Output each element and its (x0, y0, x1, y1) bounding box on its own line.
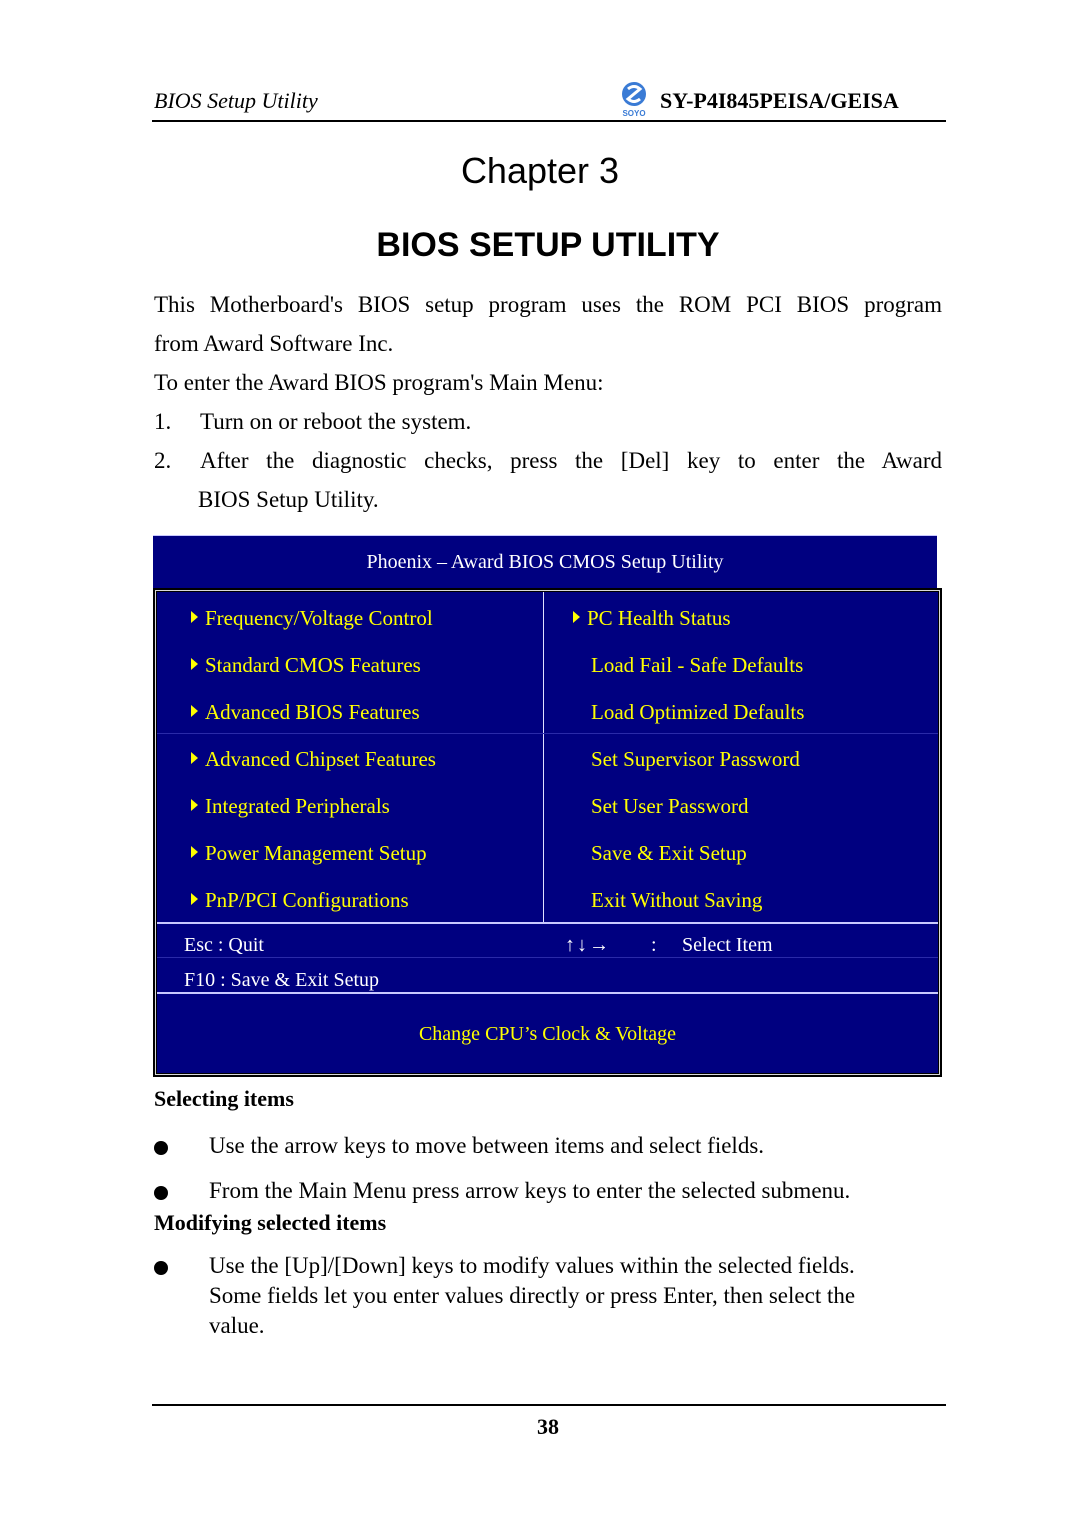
menu-item-pc-health-status[interactable]: PC Health Status (573, 606, 731, 631)
intro-line-2: from Award Software Inc. (154, 331, 394, 356)
menu-item-standard-cmos-features[interactable]: Standard CMOS Features (191, 653, 421, 678)
submenu-arrow-icon (191, 611, 198, 623)
bullet-text-continued: Some fields let you enter values directl… (209, 1283, 856, 1308)
help-divider (157, 992, 938, 994)
page-title: BIOS SETUP UTILITY (376, 226, 720, 264)
menu-item-frequency-voltage-control[interactable]: Frequency/Voltage Control (191, 606, 433, 631)
menu-item-set-user-password[interactable]: Set User Password (591, 794, 749, 819)
soyo-logo-icon: SOYO (622, 82, 646, 118)
intro-line-1: This Motherboard's BIOS setup program us… (154, 292, 942, 317)
submenu-arrow-icon (191, 893, 198, 905)
menu-item-load-fail-safe-defaults[interactable]: Load Fail - Safe Defaults (591, 653, 803, 678)
model-name: SY-P4I845PEISA/GEISA (660, 88, 899, 113)
bullet-text: From the Main Menu press arrow keys to e… (209, 1178, 851, 1203)
section-heading-modifying: Modifying selected items (154, 1210, 387, 1235)
step-text-continued: BIOS Setup Utility. (198, 487, 379, 512)
submenu-arrow-icon (191, 799, 198, 811)
column-divider (543, 592, 544, 923)
menu-item-power-management-setup[interactable]: Power Management Setup (191, 841, 427, 866)
submenu-arrow-icon (191, 705, 198, 717)
bullet-icon (154, 1261, 168, 1275)
menu-item-integrated-peripherals[interactable]: Integrated Peripherals (191, 794, 390, 819)
bullet-text: Use the [Up]/[Down] keys to modify value… (209, 1253, 855, 1278)
key-hint-f10: F10 : Save & Exit Setup (184, 969, 379, 991)
header-rule (152, 120, 946, 122)
chapter-label: Chapter 3 (460, 150, 620, 191)
menu-item-set-supervisor-password[interactable]: Set Supervisor Password (591, 747, 800, 772)
running-header-title: BIOS Setup Utility (154, 88, 318, 113)
menu-item-advanced-chipset-features[interactable]: Advanced Chipset Features (191, 747, 436, 772)
row-divider (157, 733, 938, 734)
key-hint-select: Select Item (682, 934, 773, 956)
arrow-keys-icon: ↑↓→ (565, 934, 611, 956)
key-hint-colon: : (651, 934, 657, 956)
menu-item-load-optimized-defaults[interactable]: Load Optimized Defaults (591, 700, 804, 725)
key-row-divider (157, 957, 938, 958)
menu-bottom-divider (157, 922, 938, 924)
menu-item-save-exit-setup[interactable]: Save & Exit Setup (591, 841, 747, 866)
footer-rule (152, 1404, 946, 1406)
submenu-arrow-icon (191, 846, 198, 858)
step-text: After the diagnostic checks, press the [… (200, 448, 942, 473)
submenu-arrow-icon (191, 658, 198, 670)
bullet-icon (154, 1186, 168, 1200)
logo-text: SOYO (622, 109, 645, 118)
bios-title-bar: Phoenix – Award BIOS CMOS Setup Utility (153, 535, 937, 589)
bios-main-menu: Frequency/Voltage Control Standard CMOS … (153, 588, 942, 1077)
bullet-icon (154, 1141, 168, 1155)
menu-item-pnp-pci-configurations[interactable]: PnP/PCI Configurations (191, 888, 409, 913)
menu-item-exit-without-saving[interactable]: Exit Without Saving (591, 888, 762, 913)
intro-line-3: To enter the Award BIOS program's Main M… (154, 370, 604, 395)
step-number: 1. (154, 409, 172, 434)
step-text: Turn on or reboot the system. (200, 409, 472, 434)
bullet-text: Use the arrow keys to move between items… (209, 1133, 765, 1158)
bios-title: Phoenix – Award BIOS CMOS Setup Utility (366, 551, 724, 573)
step-number: 2. (154, 448, 172, 473)
section-heading-selecting: Selecting items (154, 1086, 294, 1111)
page-number: 38 (537, 1414, 559, 1439)
submenu-arrow-icon (573, 611, 580, 623)
key-hint-esc: Esc : Quit (184, 934, 264, 956)
menu-item-advanced-bios-features[interactable]: Advanced BIOS Features (191, 700, 420, 725)
bullet-text-continued: value. (209, 1313, 265, 1338)
item-help-text: Change CPU’s Clock & Voltage (418, 1023, 677, 1045)
submenu-arrow-icon (191, 752, 198, 764)
